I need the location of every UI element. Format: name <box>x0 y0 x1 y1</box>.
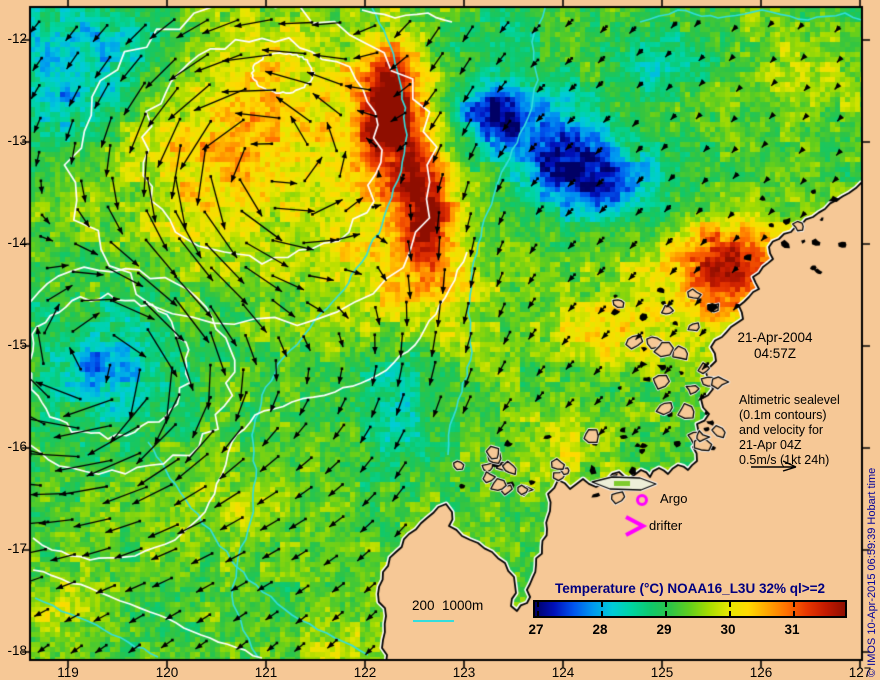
colorbar-tick <box>601 611 603 616</box>
altimetric-note: Altimetric sealevel (0.1m contours) and … <box>739 393 840 468</box>
bathymetry-legend-line <box>413 620 454 622</box>
note-line: and velocity for <box>739 423 824 437</box>
y-tick-label: -17 <box>7 541 27 556</box>
colorbar-tick <box>793 611 795 616</box>
colorbar-tick-label: 31 <box>784 622 800 637</box>
temperature-colorbar <box>533 600 847 618</box>
colorbar-tick <box>601 602 603 607</box>
colorbar-tick <box>665 611 667 616</box>
colorbar-tick-label: 27 <box>528 622 544 637</box>
y-tick-label: -12 <box>7 31 27 46</box>
x-tick-label: 123 <box>452 665 476 680</box>
y-tick-label: -14 <box>7 235 27 250</box>
argo-marker-label: Argo <box>660 491 688 506</box>
colorbar-tick <box>729 611 731 616</box>
velocity-scale-arrow-icon <box>751 460 797 472</box>
colorbar-tick-label: 28 <box>592 622 608 637</box>
timestamp-annotation: 21-Apr-2004 04:57Z <box>700 330 850 362</box>
colorbar-tick <box>537 602 539 607</box>
drifter-marker-label: drifter <box>649 518 683 533</box>
x-tick-label: 125 <box>650 665 674 680</box>
timestamp-time: 04:57Z <box>753 346 797 361</box>
colorbar-tick <box>729 602 731 607</box>
note-line: (0.1m contours) <box>739 408 827 422</box>
colorbar-title: Temperature (°C) NOAA16_L3U 32% ql>=2 <box>555 581 825 596</box>
colorbar-tick <box>793 602 795 607</box>
x-tick-label: 120 <box>155 665 179 680</box>
note-line: Altimetric sealevel <box>739 393 840 407</box>
y-tick-label: -18 <box>7 643 27 658</box>
colorbar-tick-label: 29 <box>656 622 672 637</box>
bathymetry-legend-label: 200 1000m <box>412 598 484 613</box>
y-tick-label: -16 <box>7 439 27 454</box>
colorbar-tick <box>537 611 539 616</box>
x-tick-label: 122 <box>353 665 377 680</box>
imos-credit-text: © IMOS 10-Apr-2015 06:59:39 Hobart time <box>866 467 878 677</box>
colorbar-tick-label: 30 <box>720 622 736 637</box>
x-tick-label: 121 <box>254 665 278 680</box>
x-tick-label: 119 <box>57 665 79 680</box>
y-tick-label: -13 <box>7 133 27 148</box>
sst-map-figure: 119 120 121 122 123 124 125 126 127 -12 … <box>0 0 880 680</box>
x-tick-label: 124 <box>551 665 575 680</box>
timestamp-date: 21-Apr-2004 <box>737 330 813 345</box>
colorbar-tick <box>665 602 667 607</box>
note-line: 21-Apr 04Z <box>739 438 802 452</box>
x-tick-label: 126 <box>749 665 773 680</box>
y-tick-label: -15 <box>7 337 27 352</box>
